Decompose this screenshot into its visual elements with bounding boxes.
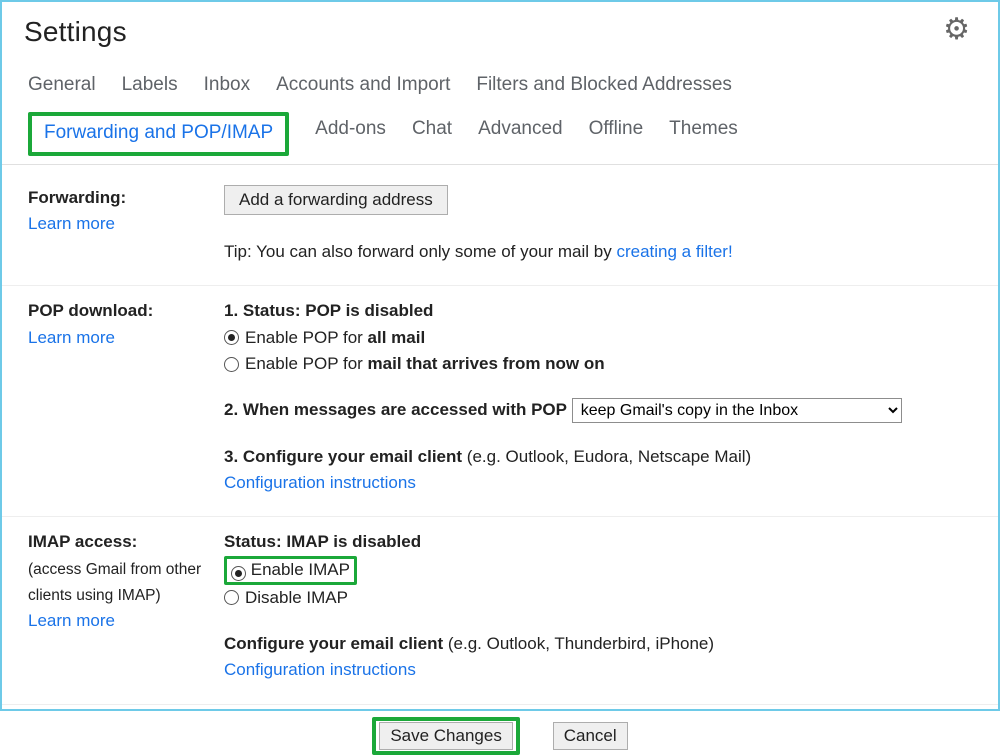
imap-status-prefix: Status:	[224, 532, 286, 551]
pop-configure-label: 3. Configure your email client	[224, 447, 462, 466]
imap-radio-disable[interactable]: Disable IMAP	[224, 585, 982, 611]
tab-filters[interactable]: Filters and Blocked Addresses	[476, 66, 732, 110]
tab-addons[interactable]: Add-ons	[315, 110, 386, 164]
section-pop: POP download: Learn more 1. Status: POP …	[2, 286, 998, 517]
tab-forwarding-highlight: Forwarding and POP/IMAP	[28, 112, 289, 156]
pop-access-label: 2. When messages are accessed with POP	[224, 400, 567, 419]
pop-configuration-instructions-link[interactable]: Configuration instructions	[224, 473, 416, 492]
imap-radio-enable-text: Enable IMAP	[251, 560, 350, 579]
pop-radio1-text: Enable POP for	[245, 328, 368, 347]
header: Settings ⚙	[2, 2, 998, 58]
radio-icon	[224, 330, 239, 345]
gear-icon-button[interactable]: ⚙	[943, 16, 978, 44]
content: Forwarding: Learn more Add a forwarding …	[2, 165, 998, 755]
pop-status-value: POP is disabled	[305, 301, 433, 320]
forwarding-tip: Tip: You can also forward only some of y…	[224, 239, 982, 265]
pop-radio2-text: Enable POP for	[245, 354, 368, 373]
create-filter-link[interactable]: creating a filter!	[616, 242, 732, 261]
save-highlight: Save Changes	[372, 717, 520, 755]
imap-learn-more-link[interactable]: Learn more	[28, 611, 115, 630]
tab-forwarding[interactable]: Forwarding and POP/IMAP	[44, 122, 273, 143]
pop-radio-new-mail[interactable]: Enable POP for mail that arrives from no…	[224, 351, 982, 377]
forwarding-label: Forwarding:	[28, 188, 126, 207]
settings-frame: Settings ⚙ General Labels Inbox Accounts…	[0, 0, 1000, 711]
pop-learn-more-link[interactable]: Learn more	[28, 328, 115, 347]
pop-radio-all-mail[interactable]: Enable POP for all mail	[224, 325, 982, 351]
cancel-button[interactable]: Cancel	[553, 722, 628, 750]
enable-imap-highlight: Enable IMAP	[224, 556, 357, 585]
imap-label: IMAP access:	[28, 532, 137, 551]
tab-accounts[interactable]: Accounts and Import	[276, 66, 450, 110]
imap-sublabel: (access Gmail from other clients using I…	[28, 561, 201, 604]
tab-advanced[interactable]: Advanced	[478, 110, 563, 164]
save-changes-button[interactable]: Save Changes	[379, 722, 513, 750]
radio-icon	[224, 590, 239, 605]
gear-icon: ⚙	[943, 13, 970, 46]
tab-bar: General Labels Inbox Accounts and Import…	[2, 58, 998, 165]
pop-status-prefix: 1. Status:	[224, 301, 305, 320]
add-forwarding-address-button[interactable]: Add a forwarding address	[224, 185, 448, 215]
tab-themes[interactable]: Themes	[669, 110, 738, 164]
page-title: Settings	[24, 16, 127, 48]
tab-offline[interactable]: Offline	[589, 110, 644, 164]
section-imap: IMAP access: (access Gmail from other cl…	[2, 517, 998, 704]
imap-radio-disable-text: Disable IMAP	[245, 585, 348, 611]
forwarding-tip-text: Tip: You can also forward only some of y…	[224, 242, 616, 261]
pop-configure-hint: (e.g. Outlook, Eudora, Netscape Mail)	[462, 447, 751, 466]
tab-labels[interactable]: Labels	[122, 66, 178, 110]
imap-radio-enable[interactable]: Enable IMAP	[224, 556, 982, 585]
tab-chat[interactable]: Chat	[412, 110, 452, 164]
radio-icon	[224, 357, 239, 372]
imap-status-value: IMAP is disabled	[286, 532, 421, 551]
pop-radio2-bold: mail that arrives from now on	[368, 354, 605, 373]
radio-icon	[231, 566, 246, 581]
forwarding-learn-more-link[interactable]: Learn more	[28, 214, 115, 233]
tab-general[interactable]: General	[28, 66, 96, 110]
tab-inbox[interactable]: Inbox	[204, 66, 250, 110]
pop-access-action-select[interactable]: keep Gmail's copy in the Inbox	[572, 398, 902, 423]
imap-configure-hint: (e.g. Outlook, Thunderbird, iPhone)	[443, 634, 714, 653]
pop-radio1-bold: all mail	[368, 328, 426, 347]
imap-configuration-instructions-link[interactable]: Configuration instructions	[224, 660, 416, 679]
pop-label: POP download:	[28, 301, 153, 320]
section-forwarding: Forwarding: Learn more Add a forwarding …	[2, 173, 998, 286]
imap-configure-label: Configure your email client	[224, 634, 443, 653]
footer: Save Changes Cancel	[2, 705, 998, 755]
